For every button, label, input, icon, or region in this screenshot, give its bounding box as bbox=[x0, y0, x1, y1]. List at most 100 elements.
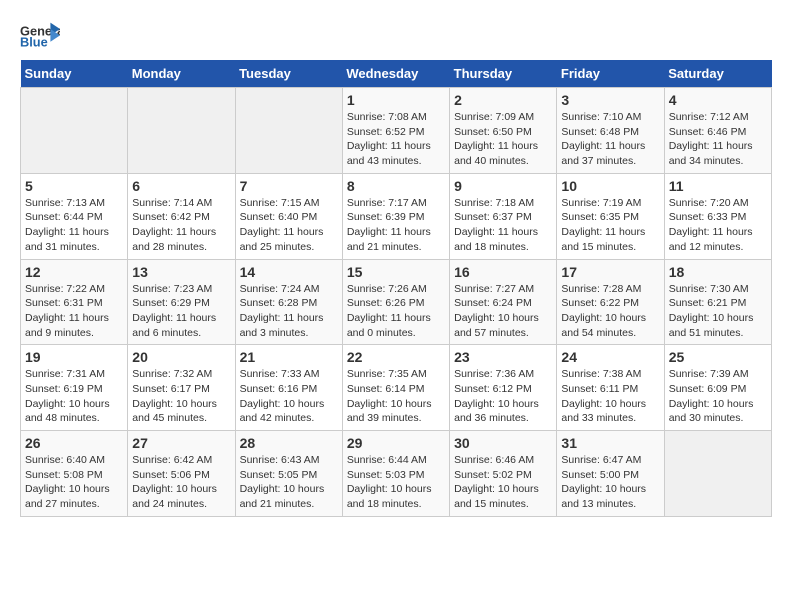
day-number: 13 bbox=[132, 264, 230, 280]
calendar-cell bbox=[664, 431, 771, 517]
day-number: 22 bbox=[347, 349, 445, 365]
calendar-cell: 31 Sunrise: 6:47 AM Sunset: 5:00 PM Dayli… bbox=[557, 431, 664, 517]
day-info: Sunrise: 7:08 AM Sunset: 6:52 PM Dayligh… bbox=[347, 110, 445, 169]
day-number: 25 bbox=[669, 349, 767, 365]
calendar-cell: 15 Sunrise: 7:26 AM Sunset: 6:26 PM Dayli… bbox=[342, 259, 449, 345]
day-info: Sunrise: 6:42 AM Sunset: 5:06 PM Dayligh… bbox=[132, 453, 230, 512]
calendar-week-row: 26 Sunrise: 6:40 AM Sunset: 5:08 PM Dayli… bbox=[21, 431, 772, 517]
calendar-cell: 7 Sunrise: 7:15 AM Sunset: 6:40 PM Daylig… bbox=[235, 173, 342, 259]
day-info: Sunrise: 7:31 AM Sunset: 6:19 PM Dayligh… bbox=[25, 367, 123, 426]
day-info: Sunrise: 7:26 AM Sunset: 6:26 PM Dayligh… bbox=[347, 282, 445, 341]
calendar-cell: 2 Sunrise: 7:09 AM Sunset: 6:50 PM Daylig… bbox=[450, 88, 557, 174]
svg-text:Blue: Blue bbox=[20, 35, 48, 50]
calendar-cell: 27 Sunrise: 6:42 AM Sunset: 5:06 PM Dayli… bbox=[128, 431, 235, 517]
page-header: General Blue bbox=[20, 20, 772, 50]
day-number: 6 bbox=[132, 178, 230, 194]
day-info: Sunrise: 7:20 AM Sunset: 6:33 PM Dayligh… bbox=[669, 196, 767, 255]
calendar-week-row: 1Sunrise: 7:08 AM Sunset: 6:52 PM Daylig… bbox=[21, 88, 772, 174]
calendar-cell: 28 Sunrise: 6:43 AM Sunset: 5:05 PM Dayli… bbox=[235, 431, 342, 517]
weekday-header-row: SundayMondayTuesdayWednesdayThursdayFrid… bbox=[21, 60, 772, 88]
day-number: 26 bbox=[25, 435, 123, 451]
day-info: Sunrise: 6:43 AM Sunset: 5:05 PM Dayligh… bbox=[240, 453, 338, 512]
weekday-header: Sunday bbox=[21, 60, 128, 88]
day-number: 16 bbox=[454, 264, 552, 280]
calendar-cell: 29 Sunrise: 6:44 AM Sunset: 5:03 PM Dayli… bbox=[342, 431, 449, 517]
day-number: 27 bbox=[132, 435, 230, 451]
calendar-cell: 25Sunrise: 7:39 AM Sunset: 6:09 PM Dayli… bbox=[664, 345, 771, 431]
calendar-cell: 10 Sunrise: 7:19 AM Sunset: 6:35 PM Dayli… bbox=[557, 173, 664, 259]
day-number: 30 bbox=[454, 435, 552, 451]
day-info: Sunrise: 7:35 AM Sunset: 6:14 PM Dayligh… bbox=[347, 367, 445, 426]
day-number: 29 bbox=[347, 435, 445, 451]
calendar-cell: 12 Sunrise: 7:22 AM Sunset: 6:31 PM Dayli… bbox=[21, 259, 128, 345]
day-number: 12 bbox=[25, 264, 123, 280]
weekday-header: Friday bbox=[557, 60, 664, 88]
calendar-cell: 16 Sunrise: 7:27 AM Sunset: 6:24 PM Dayli… bbox=[450, 259, 557, 345]
day-number: 24 bbox=[561, 349, 659, 365]
day-info: Sunrise: 7:27 AM Sunset: 6:24 PM Dayligh… bbox=[454, 282, 552, 341]
day-info: Sunrise: 7:38 AM Sunset: 6:11 PM Dayligh… bbox=[561, 367, 659, 426]
calendar-cell bbox=[235, 88, 342, 174]
calendar-table: SundayMondayTuesdayWednesdayThursdayFrid… bbox=[20, 60, 772, 517]
calendar-cell: 14 Sunrise: 7:24 AM Sunset: 6:28 PM Dayli… bbox=[235, 259, 342, 345]
day-number: 2 bbox=[454, 92, 552, 108]
day-info: Sunrise: 7:10 AM Sunset: 6:48 PM Dayligh… bbox=[561, 110, 659, 169]
day-info: Sunrise: 7:36 AM Sunset: 6:12 PM Dayligh… bbox=[454, 367, 552, 426]
calendar-cell: 9 Sunrise: 7:18 AM Sunset: 6:37 PM Daylig… bbox=[450, 173, 557, 259]
calendar-cell: 18 Sunrise: 7:30 AM Sunset: 6:21 PM Dayli… bbox=[664, 259, 771, 345]
day-info: Sunrise: 6:47 AM Sunset: 5:00 PM Dayligh… bbox=[561, 453, 659, 512]
day-number: 19 bbox=[25, 349, 123, 365]
calendar-cell: 3Sunrise: 7:10 AM Sunset: 6:48 PM Daylig… bbox=[557, 88, 664, 174]
calendar-cell: 6 Sunrise: 7:14 AM Sunset: 6:42 PM Daylig… bbox=[128, 173, 235, 259]
calendar-cell: 24 Sunrise: 7:38 AM Sunset: 6:11 PM Dayli… bbox=[557, 345, 664, 431]
calendar-cell: 23 Sunrise: 7:36 AM Sunset: 6:12 PM Dayli… bbox=[450, 345, 557, 431]
calendar-cell: 19 Sunrise: 7:31 AM Sunset: 6:19 PM Dayli… bbox=[21, 345, 128, 431]
day-info: Sunrise: 7:17 AM Sunset: 6:39 PM Dayligh… bbox=[347, 196, 445, 255]
day-info: Sunrise: 7:15 AM Sunset: 6:40 PM Dayligh… bbox=[240, 196, 338, 255]
calendar-cell: 4Sunrise: 7:12 AM Sunset: 6:46 PM Daylig… bbox=[664, 88, 771, 174]
calendar-cell: 8 Sunrise: 7:17 AM Sunset: 6:39 PM Daylig… bbox=[342, 173, 449, 259]
calendar-cell: 1Sunrise: 7:08 AM Sunset: 6:52 PM Daylig… bbox=[342, 88, 449, 174]
weekday-header: Thursday bbox=[450, 60, 557, 88]
day-info: Sunrise: 7:19 AM Sunset: 6:35 PM Dayligh… bbox=[561, 196, 659, 255]
day-number: 7 bbox=[240, 178, 338, 194]
weekday-header: Saturday bbox=[664, 60, 771, 88]
day-info: Sunrise: 6:44 AM Sunset: 5:03 PM Dayligh… bbox=[347, 453, 445, 512]
day-info: Sunrise: 7:14 AM Sunset: 6:42 PM Dayligh… bbox=[132, 196, 230, 255]
day-number: 11 bbox=[669, 178, 767, 194]
day-info: Sunrise: 7:30 AM Sunset: 6:21 PM Dayligh… bbox=[669, 282, 767, 341]
day-info: Sunrise: 7:33 AM Sunset: 6:16 PM Dayligh… bbox=[240, 367, 338, 426]
day-info: Sunrise: 6:46 AM Sunset: 5:02 PM Dayligh… bbox=[454, 453, 552, 512]
calendar-cell: 21 Sunrise: 7:33 AM Sunset: 6:16 PM Dayli… bbox=[235, 345, 342, 431]
day-number: 18 bbox=[669, 264, 767, 280]
day-info: Sunrise: 7:18 AM Sunset: 6:37 PM Dayligh… bbox=[454, 196, 552, 255]
day-info: Sunrise: 7:09 AM Sunset: 6:50 PM Dayligh… bbox=[454, 110, 552, 169]
day-number: 28 bbox=[240, 435, 338, 451]
day-number: 31 bbox=[561, 435, 659, 451]
day-info: Sunrise: 6:40 AM Sunset: 5:08 PM Dayligh… bbox=[25, 453, 123, 512]
day-number: 8 bbox=[347, 178, 445, 194]
day-info: Sunrise: 7:12 AM Sunset: 6:46 PM Dayligh… bbox=[669, 110, 767, 169]
day-info: Sunrise: 7:13 AM Sunset: 6:44 PM Dayligh… bbox=[25, 196, 123, 255]
day-number: 21 bbox=[240, 349, 338, 365]
day-number: 14 bbox=[240, 264, 338, 280]
day-info: Sunrise: 7:24 AM Sunset: 6:28 PM Dayligh… bbox=[240, 282, 338, 341]
day-number: 15 bbox=[347, 264, 445, 280]
calendar-week-row: 19 Sunrise: 7:31 AM Sunset: 6:19 PM Dayli… bbox=[21, 345, 772, 431]
day-info: Sunrise: 7:22 AM Sunset: 6:31 PM Dayligh… bbox=[25, 282, 123, 341]
logo: General Blue bbox=[20, 20, 60, 50]
day-info: Sunrise: 7:28 AM Sunset: 6:22 PM Dayligh… bbox=[561, 282, 659, 341]
day-number: 23 bbox=[454, 349, 552, 365]
calendar-cell: 13 Sunrise: 7:23 AM Sunset: 6:29 PM Dayli… bbox=[128, 259, 235, 345]
day-info: Sunrise: 7:32 AM Sunset: 6:17 PM Dayligh… bbox=[132, 367, 230, 426]
calendar-cell: 5 Sunrise: 7:13 AM Sunset: 6:44 PM Daylig… bbox=[21, 173, 128, 259]
weekday-header: Wednesday bbox=[342, 60, 449, 88]
calendar-cell: 26 Sunrise: 6:40 AM Sunset: 5:08 PM Dayli… bbox=[21, 431, 128, 517]
calendar-cell bbox=[128, 88, 235, 174]
day-number: 9 bbox=[454, 178, 552, 194]
day-number: 10 bbox=[561, 178, 659, 194]
calendar-cell: 22 Sunrise: 7:35 AM Sunset: 6:14 PM Dayli… bbox=[342, 345, 449, 431]
day-number: 5 bbox=[25, 178, 123, 194]
calendar-cell: 30 Sunrise: 6:46 AM Sunset: 5:02 PM Dayli… bbox=[450, 431, 557, 517]
day-info: Sunrise: 7:23 AM Sunset: 6:29 PM Dayligh… bbox=[132, 282, 230, 341]
